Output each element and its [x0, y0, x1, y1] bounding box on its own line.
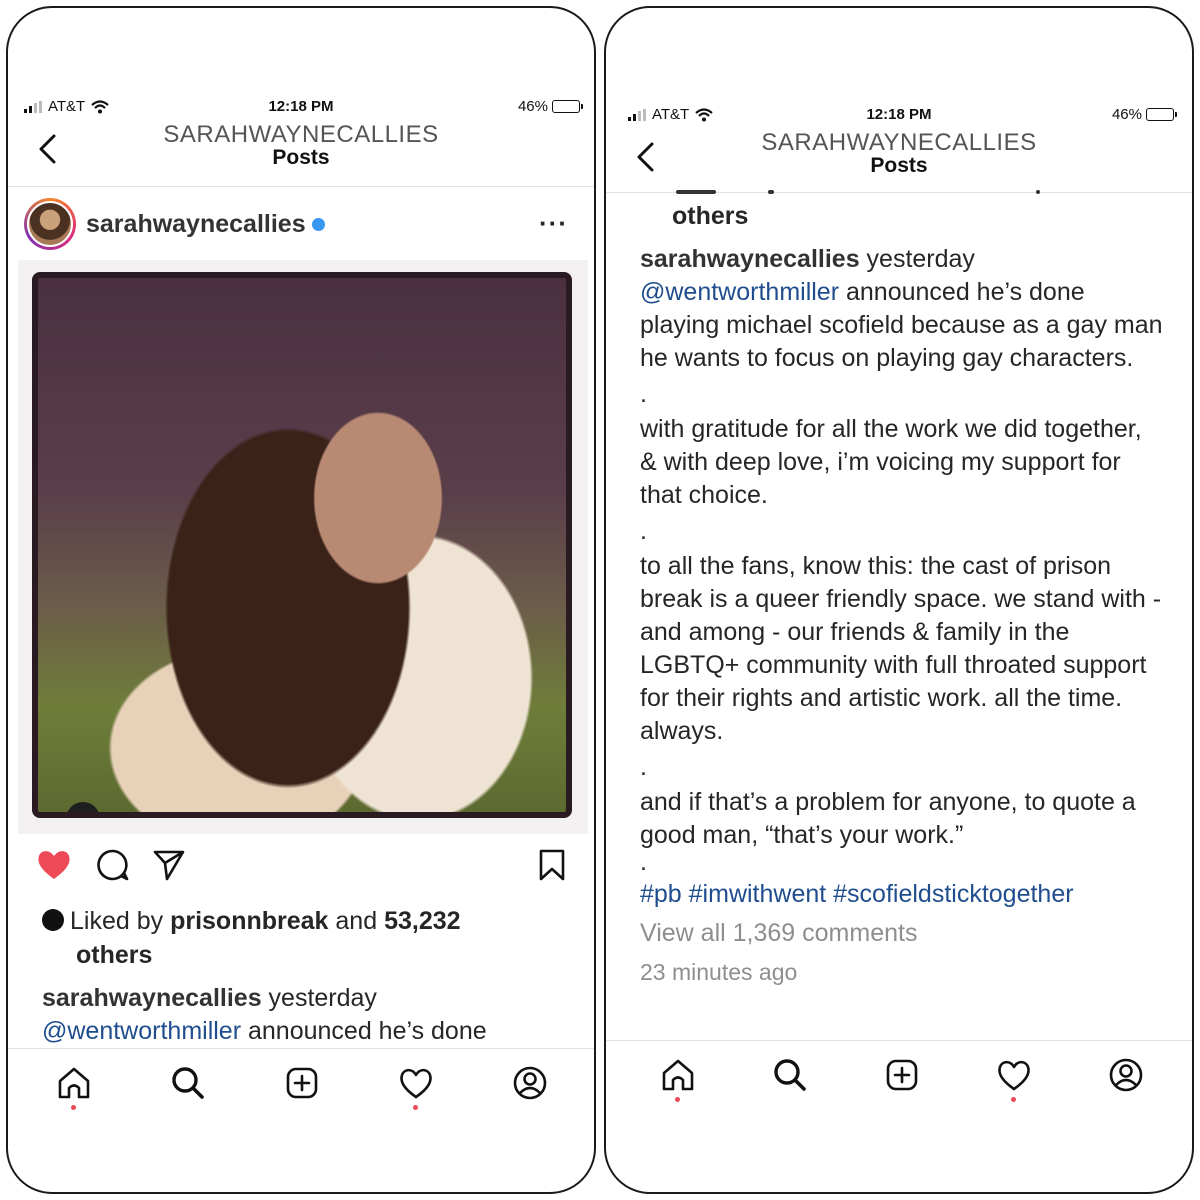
profile-icon: [1109, 1058, 1143, 1092]
liker-avatar: [42, 909, 64, 931]
posts-header: SARAHWAYNECALLIES Posts: [606, 130, 1192, 182]
posts-header: SARAHWAYNECALLIES Posts: [8, 122, 594, 174]
notification-dot: [413, 1105, 418, 1110]
caption-text: announced he’s done: [248, 1017, 487, 1045]
caption-paragraph: to all the fans, know this: the cast of …: [640, 552, 1162, 745]
search-icon: [172, 1067, 204, 1099]
post-username[interactable]: sarahwaynecallies: [86, 210, 325, 239]
post-header: sarahwaynecallies ···: [24, 196, 578, 252]
activity-heart-icon: [998, 1060, 1030, 1091]
hashtags[interactable]: #pb #imwithwent #scofieldsticktogether: [640, 878, 1164, 911]
account-name: SARAHWAYNECALLIES: [761, 129, 1037, 156]
likes-others[interactable]: others: [76, 941, 152, 969]
home-icon: [58, 1067, 90, 1099]
tagged-people-icon[interactable]: [66, 802, 100, 812]
profile-icon: [513, 1066, 547, 1100]
status-bar: AT&T 12:18 PM 46%: [606, 104, 1192, 126]
more-dots-icon[interactable]: ···: [539, 208, 568, 239]
caption-full: others sarahwaynecallies yesterday @went…: [640, 198, 1164, 989]
tab-profile[interactable]: [510, 1063, 550, 1113]
likes-and: and: [335, 907, 378, 935]
view-all-comments-link[interactable]: View all 1,369 comments: [640, 917, 1164, 950]
likes-summary[interactable]: Liked by prisonnbreak and 53,232 others: [42, 904, 542, 972]
caption-separator: .: [640, 753, 647, 781]
caption-username[interactable]: sarahwaynecallies: [42, 984, 262, 1012]
tab-profile[interactable]: [1106, 1055, 1146, 1105]
notification-dot: [675, 1097, 680, 1102]
liker-username[interactable]: prisonnbreak: [170, 907, 328, 935]
notification-dot: [1011, 1097, 1016, 1102]
mention-link[interactable]: @wentworthmiller: [640, 278, 839, 306]
add-post-icon: [286, 1067, 318, 1099]
post-photo[interactable]: [32, 272, 572, 818]
chevron-left-icon[interactable]: [34, 132, 62, 166]
bottom-tab-bar: [8, 1063, 594, 1123]
page-title: Posts: [272, 146, 330, 169]
tab-search[interactable]: [770, 1055, 810, 1105]
caption-username[interactable]: sarahwaynecallies: [640, 245, 860, 273]
post-username-label: sarahwaynecallies: [86, 209, 306, 238]
activity-heart-icon: [400, 1068, 432, 1099]
page-title: Posts: [870, 154, 928, 177]
tabbar-divider: [606, 1040, 1192, 1041]
send-icon[interactable]: [152, 848, 186, 882]
post-timestamp: 23 minutes ago: [640, 959, 798, 985]
heart-filled-icon[interactable]: [36, 848, 72, 882]
search-icon: [774, 1059, 806, 1091]
tabbar-divider: [8, 1048, 594, 1049]
tab-home[interactable]: [658, 1055, 698, 1105]
tab-search[interactable]: [168, 1063, 208, 1113]
tab-create[interactable]: [882, 1055, 922, 1105]
caption-separator: .: [640, 848, 647, 876]
caption-separator: .: [640, 517, 647, 545]
account-name: SARAHWAYNECALLIES: [163, 121, 439, 148]
add-post-icon: [886, 1059, 918, 1091]
likes-count[interactable]: 53,232: [384, 907, 460, 935]
likes-prefix: Liked by: [70, 907, 164, 935]
bookmark-icon[interactable]: [538, 848, 566, 882]
caption-time: yesterday: [866, 245, 975, 273]
caption-separator: .: [640, 380, 647, 408]
caption-paragraph: with gratitude for all the work we did t…: [640, 415, 1142, 509]
battery-icon: [1146, 108, 1177, 121]
header-divider: [8, 186, 594, 187]
status-bar: AT&T 12:18 PM 46%: [8, 96, 594, 118]
home-icon: [662, 1059, 694, 1091]
mention-link[interactable]: @wentworthmiller: [42, 1017, 241, 1045]
tab-home[interactable]: [54, 1063, 94, 1113]
battery-icon: [552, 100, 583, 113]
clock: 12:18 PM: [268, 98, 334, 115]
tab-activity[interactable]: [396, 1063, 436, 1113]
comment-icon[interactable]: [96, 848, 130, 882]
clipped-text-line: [676, 190, 1056, 198]
caption-time: yesterday: [268, 984, 377, 1012]
notification-dot: [71, 1105, 76, 1110]
bottom-tab-bar: [606, 1055, 1192, 1115]
verified-badge-icon: [311, 218, 325, 232]
phone-screen-right: AT&T 12:18 PM 46% SARAHWAYNECALLIES Post…: [604, 6, 1194, 1194]
tab-activity[interactable]: [994, 1055, 1034, 1105]
caption-preview: sarahwaynecallies yesterday @wentworthmi…: [42, 982, 574, 1048]
clock: 12:18 PM: [866, 106, 932, 123]
post-actions: [36, 848, 566, 888]
avatar[interactable]: [24, 198, 76, 250]
battery-percent: 46%: [517, 98, 548, 115]
chevron-left-icon[interactable]: [632, 140, 660, 174]
likes-others[interactable]: others: [640, 200, 1164, 233]
tab-create[interactable]: [282, 1063, 322, 1113]
post-image-frame: [18, 260, 588, 834]
phone-screen-left: AT&T 12:18 PM 46% SARAHWAYNECALLIES Post…: [6, 6, 596, 1194]
caption-paragraph: and if that’s a problem for anyone, to q…: [640, 788, 1136, 849]
battery-percent: 46%: [1111, 106, 1142, 123]
